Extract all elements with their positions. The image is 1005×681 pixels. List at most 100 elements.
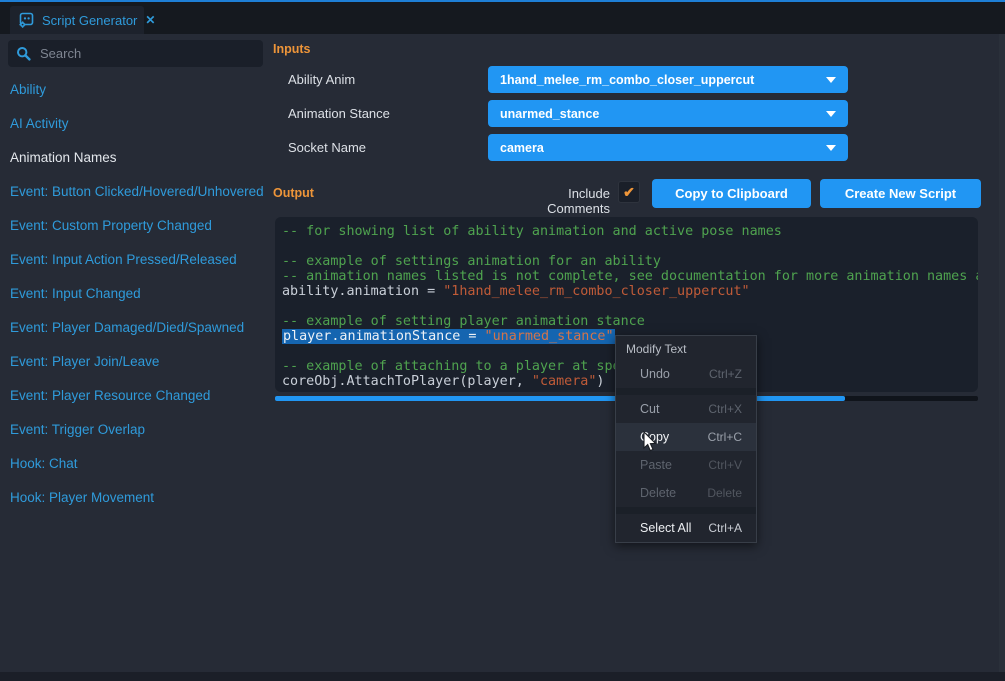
context-menu-item-delete[interactable]: Delete Delete: [616, 479, 756, 507]
sidebar-item-label: Event: Player Resource Changed: [10, 388, 210, 403]
input-row: Ability Anim 1hand_melee_rm_combo_closer…: [270, 66, 870, 100]
menu-item-label: Undo: [640, 367, 670, 381]
menu-separator: [616, 388, 756, 395]
sidebar-list: Ability AI Activity Animation Names Event: …: [0, 72, 270, 514]
menu-item-shortcut: Delete: [707, 486, 742, 500]
sidebar-item-label: Hook: Player Movement: [10, 490, 154, 505]
menu-item-label: Paste: [640, 458, 672, 472]
dropdown-value: camera: [500, 141, 826, 155]
sidebar-item-event-player-join-leave[interactable]: Event: Player Join/Leave: [0, 344, 270, 378]
sidebar-item-label: Hook: Chat: [10, 456, 78, 471]
sidebar-item-ai-activity[interactable]: AI Activity: [0, 106, 270, 140]
search-icon: [16, 46, 31, 61]
sidebar-item-event-player-damaged-died-spawned[interactable]: Event: Player Damaged/Died/Spawned: [0, 310, 270, 344]
sidebar-item-label: Animation Names: [10, 150, 117, 165]
dropdown-ability-anim[interactable]: 1hand_melee_rm_combo_closer_uppercut: [488, 66, 848, 93]
window-bottom-strip: [0, 672, 1005, 681]
horizontal-scrollbar-thumb[interactable]: [275, 396, 845, 401]
sidebar-item-label: Event: Button Clicked/Hovered/Unhovered: [10, 184, 264, 199]
code-line: -- for showing list of ability animation…: [282, 224, 978, 239]
chevron-down-icon: [826, 77, 836, 83]
include-comments-label: Include Comments: [505, 186, 610, 216]
sidebar-item-label: Event: Player Damaged/Died/Spawned: [10, 320, 244, 335]
dropdown-value: unarmed_stance: [500, 107, 826, 121]
sidebar-item-ability[interactable]: Ability: [0, 72, 270, 106]
context-menu-item-cut[interactable]: Cut Ctrl+X: [616, 395, 756, 423]
sidebar-item-hook-player-movement[interactable]: Hook: Player Movement: [0, 480, 270, 514]
dropdown-socket-name[interactable]: camera: [488, 134, 848, 161]
sidebar-item-event-input-changed[interactable]: Event: Input Changed: [0, 276, 270, 310]
dropdown-animation-stance[interactable]: unarmed_stance: [488, 100, 848, 127]
context-menu: Modify Text Undo Ctrl+Z Cut Ctrl+X Copy …: [615, 335, 757, 543]
menu-item-label: Delete: [640, 486, 676, 500]
code-line: ability.animation = "1hand_melee_rm_comb…: [282, 284, 978, 299]
sidebar-item-label: Event: Custom Property Changed: [10, 218, 212, 233]
context-menu-item-select-all[interactable]: Select All Ctrl+A: [616, 514, 756, 542]
code-segment-comment: -- for showing list of ability animation…: [282, 224, 782, 239]
script-generator-window: Script Generator ✕ Ability AI Activity Ani…: [0, 0, 1005, 681]
code-segment-code: player.animationStance =: [283, 329, 485, 344]
chevron-down-icon: [826, 111, 836, 117]
search-box[interactable]: [8, 40, 263, 67]
sidebar-item-label: Event: Input Action Pressed/Released: [10, 252, 237, 267]
tab-close-icon[interactable]: ✕: [145, 13, 155, 27]
output-header: Output: [273, 186, 314, 200]
sidebar-item-label: AI Activity: [10, 116, 69, 131]
input-row: Animation Stance unarmed_stance: [270, 100, 870, 134]
sidebar-item-event-button-clicked-hovered-unhovered[interactable]: Event: Button Clicked/Hovered/Unhovered: [0, 174, 270, 208]
code-segment-comment: -- example of settings animation for an …: [282, 254, 661, 269]
sidebar-item-label: Event: Input Changed: [10, 286, 141, 301]
code-line: [282, 239, 978, 254]
code-segment-code: coreObj.AttachToPlayer(player,: [282, 374, 532, 389]
input-label: Animation Stance: [288, 106, 390, 121]
code-segment-string: "1hand_melee_rm_combo_closer_uppercut": [443, 284, 749, 299]
check-icon: ✔: [623, 184, 635, 201]
context-menu-item-undo[interactable]: Undo Ctrl+Z: [616, 360, 756, 388]
context-menu-items: Undo Ctrl+Z Cut Ctrl+X Copy Ctrl+C Paste…: [616, 360, 756, 542]
menu-item-label: Select All: [640, 521, 691, 535]
sidebar-item-event-custom-property-changed[interactable]: Event: Custom Property Changed: [0, 208, 270, 242]
menu-item-shortcut: Ctrl+C: [708, 430, 742, 444]
menu-separator: [616, 507, 756, 514]
sidebar-item-event-input-action-pressed-released[interactable]: Event: Input Action Pressed/Released: [0, 242, 270, 276]
sidebar-item-event-player-resource-changed[interactable]: Event: Player Resource Changed: [0, 378, 270, 412]
code-segment-comment: -- example of setting player animation s…: [282, 314, 645, 329]
code-segment-code: ability.animation =: [282, 284, 443, 299]
sidebar-item-hook-chat[interactable]: Hook: Chat: [0, 446, 270, 480]
menu-item-shortcut: Ctrl+X: [708, 402, 742, 416]
tab-bar: Script Generator ✕: [0, 2, 1005, 34]
create-new-script-button[interactable]: Create New Script: [820, 179, 981, 208]
input-label: Socket Name: [288, 140, 366, 155]
include-comments-checkbox[interactable]: ✔: [618, 181, 640, 203]
tab-script-generator[interactable]: Script Generator ✕: [10, 6, 144, 34]
selected-text: player.animationStance = "unarmed_stance…: [282, 329, 615, 344]
context-menu-item-copy[interactable]: Copy Ctrl+C: [616, 423, 756, 451]
code-line: [282, 299, 978, 314]
code-segment-code: ): [596, 374, 604, 389]
menu-item-shortcut: Ctrl+Z: [709, 367, 742, 381]
menu-item-label: Copy: [640, 430, 669, 444]
script-generator-icon: [18, 12, 35, 29]
menu-item-shortcut: Ctrl+A: [708, 521, 742, 535]
code-line: -- example of setting player animation s…: [282, 314, 978, 329]
dropdown-value: 1hand_melee_rm_combo_closer_uppercut: [500, 73, 826, 87]
code-segment-comment: -- example of attaching to a player at s…: [282, 359, 621, 374]
search-input[interactable]: [38, 45, 255, 62]
sidebar-item-animation-names[interactable]: Animation Names: [0, 140, 270, 174]
inputs-header: Inputs: [273, 42, 311, 56]
menu-item-shortcut: Ctrl+V: [708, 458, 742, 472]
right-scroll-gutter: [999, 34, 1005, 672]
sidebar-item-event-trigger-overlap[interactable]: Event: Trigger Overlap: [0, 412, 270, 446]
copy-to-clipboard-button[interactable]: Copy to Clipboard: [652, 179, 811, 208]
chevron-down-icon: [826, 145, 836, 151]
context-menu-title: Modify Text: [616, 336, 756, 360]
tab-title: Script Generator: [42, 13, 137, 28]
sidebar-item-label: Event: Player Join/Leave: [10, 354, 159, 369]
input-row: Socket Name camera: [270, 134, 870, 168]
sidebar-item-label: Event: Trigger Overlap: [10, 422, 145, 437]
input-label: Ability Anim: [288, 72, 355, 87]
context-menu-item-paste[interactable]: Paste Ctrl+V: [616, 451, 756, 479]
sidebar-item-label: Ability: [10, 82, 46, 97]
menu-item-label: Cut: [640, 402, 659, 416]
code-segment-string: "unarmed_stance": [485, 329, 614, 344]
